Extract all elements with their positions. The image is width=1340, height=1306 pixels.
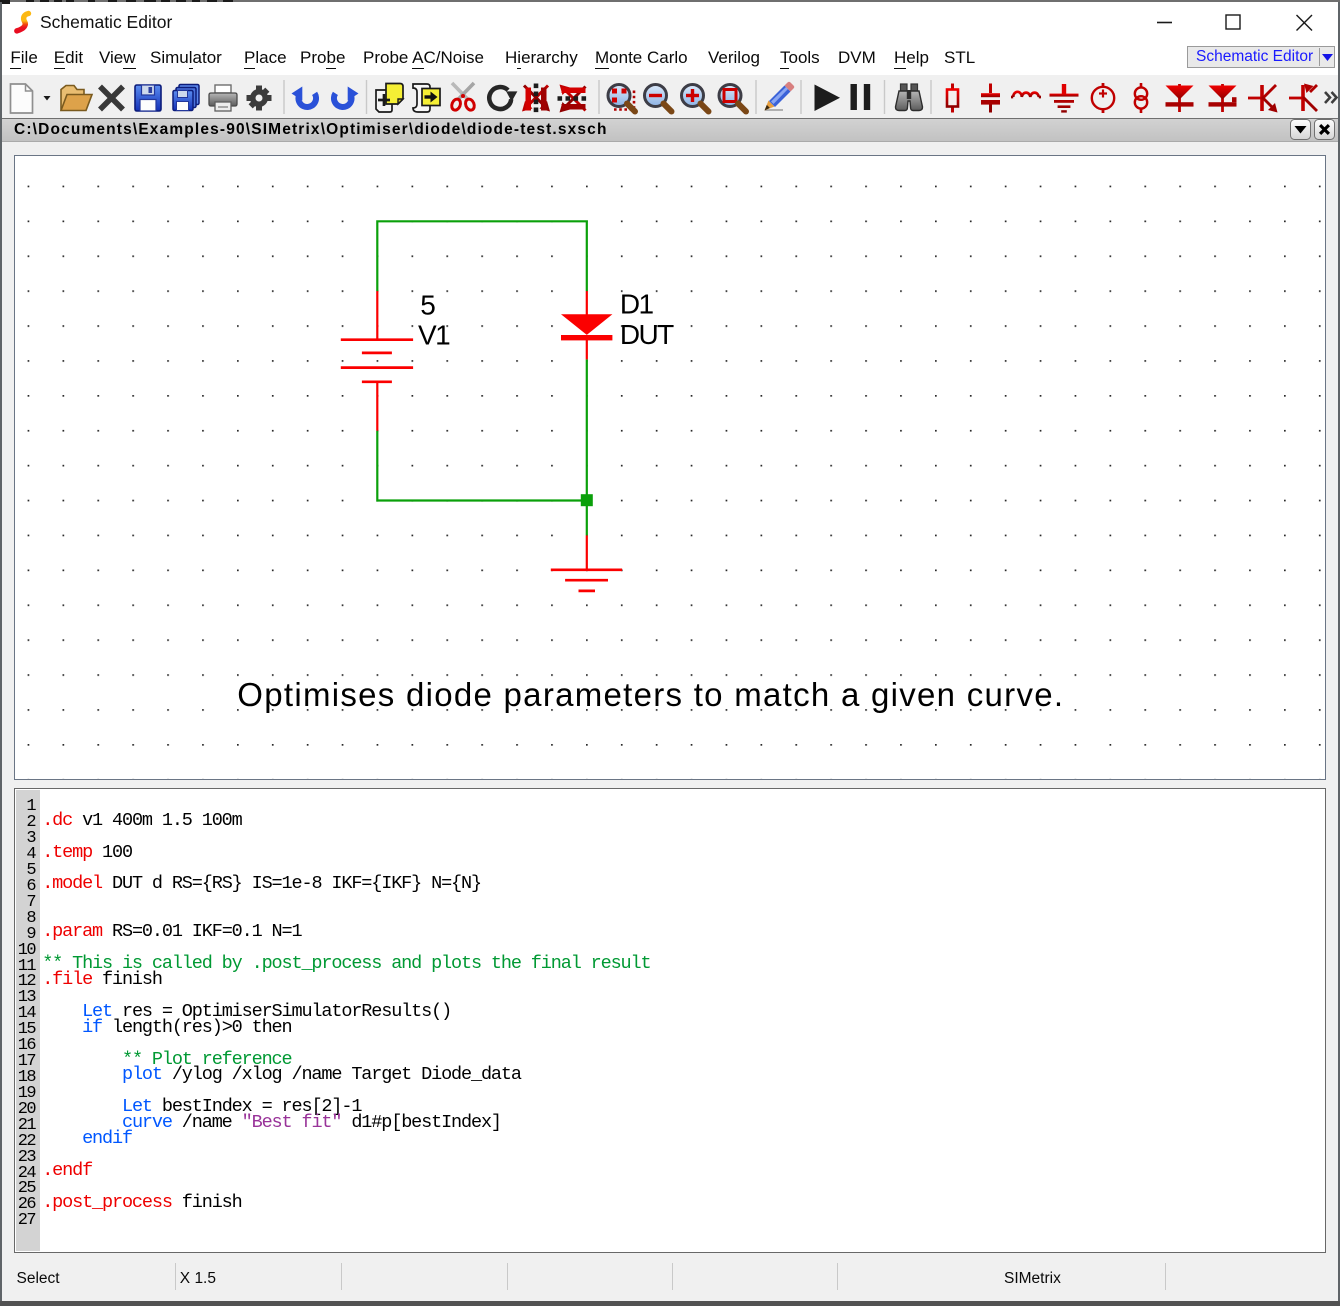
svg-text:Optimises diode parameters to: Optimises diode parameters to match a gi… bbox=[237, 676, 1064, 713]
svg-text:DUT: DUT bbox=[620, 319, 674, 350]
svg-text:5: 5 bbox=[420, 290, 435, 321]
svg-text:V1: V1 bbox=[418, 320, 450, 351]
svg-text:D1: D1 bbox=[620, 289, 654, 320]
